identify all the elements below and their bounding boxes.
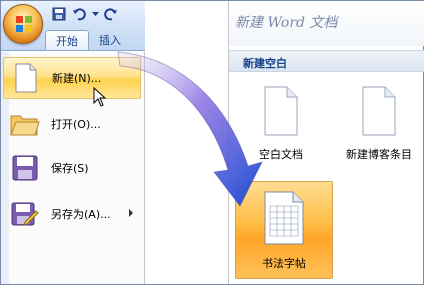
template-new-blog-post[interactable]: 新建博客条目 [339,85,419,162]
menu-item-label: 保存(S) [51,162,89,175]
chevron-down-icon[interactable] [91,6,99,22]
new-document-panel: 新建 Word 文档 新建空白 空白文档 新建博客条目 书法字帖 [228,1,424,284]
menu-item-save-as[interactable]: 另存为(A)... [3,193,141,235]
mouse-cursor-icon [93,87,107,107]
save-disk-icon [9,152,41,184]
office-menu-panel: 开始 插入 新建(N)... 打开(O)... 保存(S) 另存为(A)... [1,1,145,284]
blank-document-icon [264,86,298,136]
submenu-arrow-icon [129,209,133,217]
menu-item-label: 新建(N)... [52,72,102,85]
section-title: 新建空白 [243,57,287,70]
save-icon[interactable] [51,6,67,22]
template-label: 空白文档 [259,148,303,161]
panel-title: 新建 Word 文档 [235,15,338,31]
undo-icon[interactable] [71,6,87,22]
redo-icon[interactable] [103,6,119,22]
template-label: 书法字帖 [262,257,306,270]
ribbon-header: 开始 插入 [1,1,145,51]
calligraphy-grid-icon [264,191,304,245]
new-document-icon [10,62,42,94]
menu-item-label: 另存为(A)... [51,208,111,221]
blog-document-icon [362,86,396,136]
office-menu-list: 新建(N)... 打开(O)... 保存(S) 另存为(A)... [1,52,145,284]
office-logo-icon [16,16,32,32]
open-folder-icon [9,108,41,140]
tab-home[interactable]: 开始 [45,30,89,50]
menu-item-save[interactable]: 保存(S) [3,147,141,189]
section-header: 新建空白 [229,50,424,72]
template-calligraphy[interactable]: 书法字帖 [235,181,333,279]
tab-insert[interactable]: 插入 [89,30,131,50]
menu-item-open[interactable]: 打开(O)... [3,103,141,145]
quick-access-toolbar [51,5,119,23]
menu-item-new[interactable]: 新建(N)... [3,57,141,99]
office-button[interactable] [3,4,43,44]
template-label: 新建博客条目 [346,148,412,161]
ribbon-tab-bar: 开始 插入 [45,30,131,50]
template-blank-document[interactable]: 空白文档 [241,85,321,162]
panel-header: 新建 Word 文档 [229,1,424,46]
save-as-icon [9,198,41,230]
menu-item-label: 打开(O)... [51,118,101,131]
